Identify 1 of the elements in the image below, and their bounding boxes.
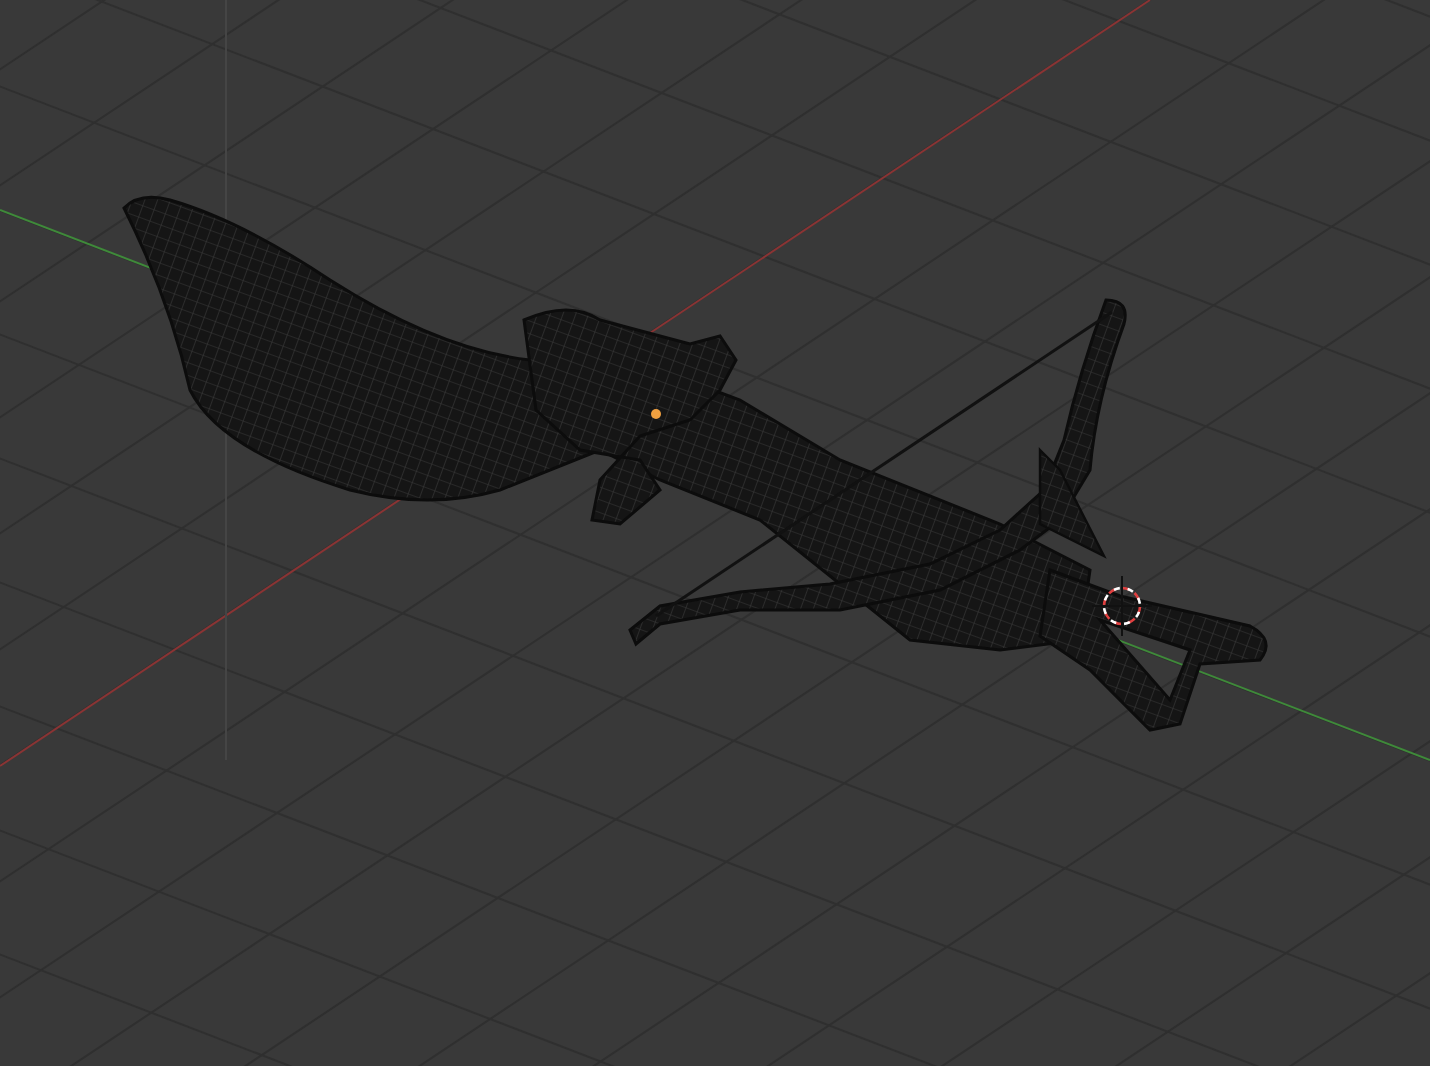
cursor-3d-icon[interactable] (1091, 575, 1153, 637)
